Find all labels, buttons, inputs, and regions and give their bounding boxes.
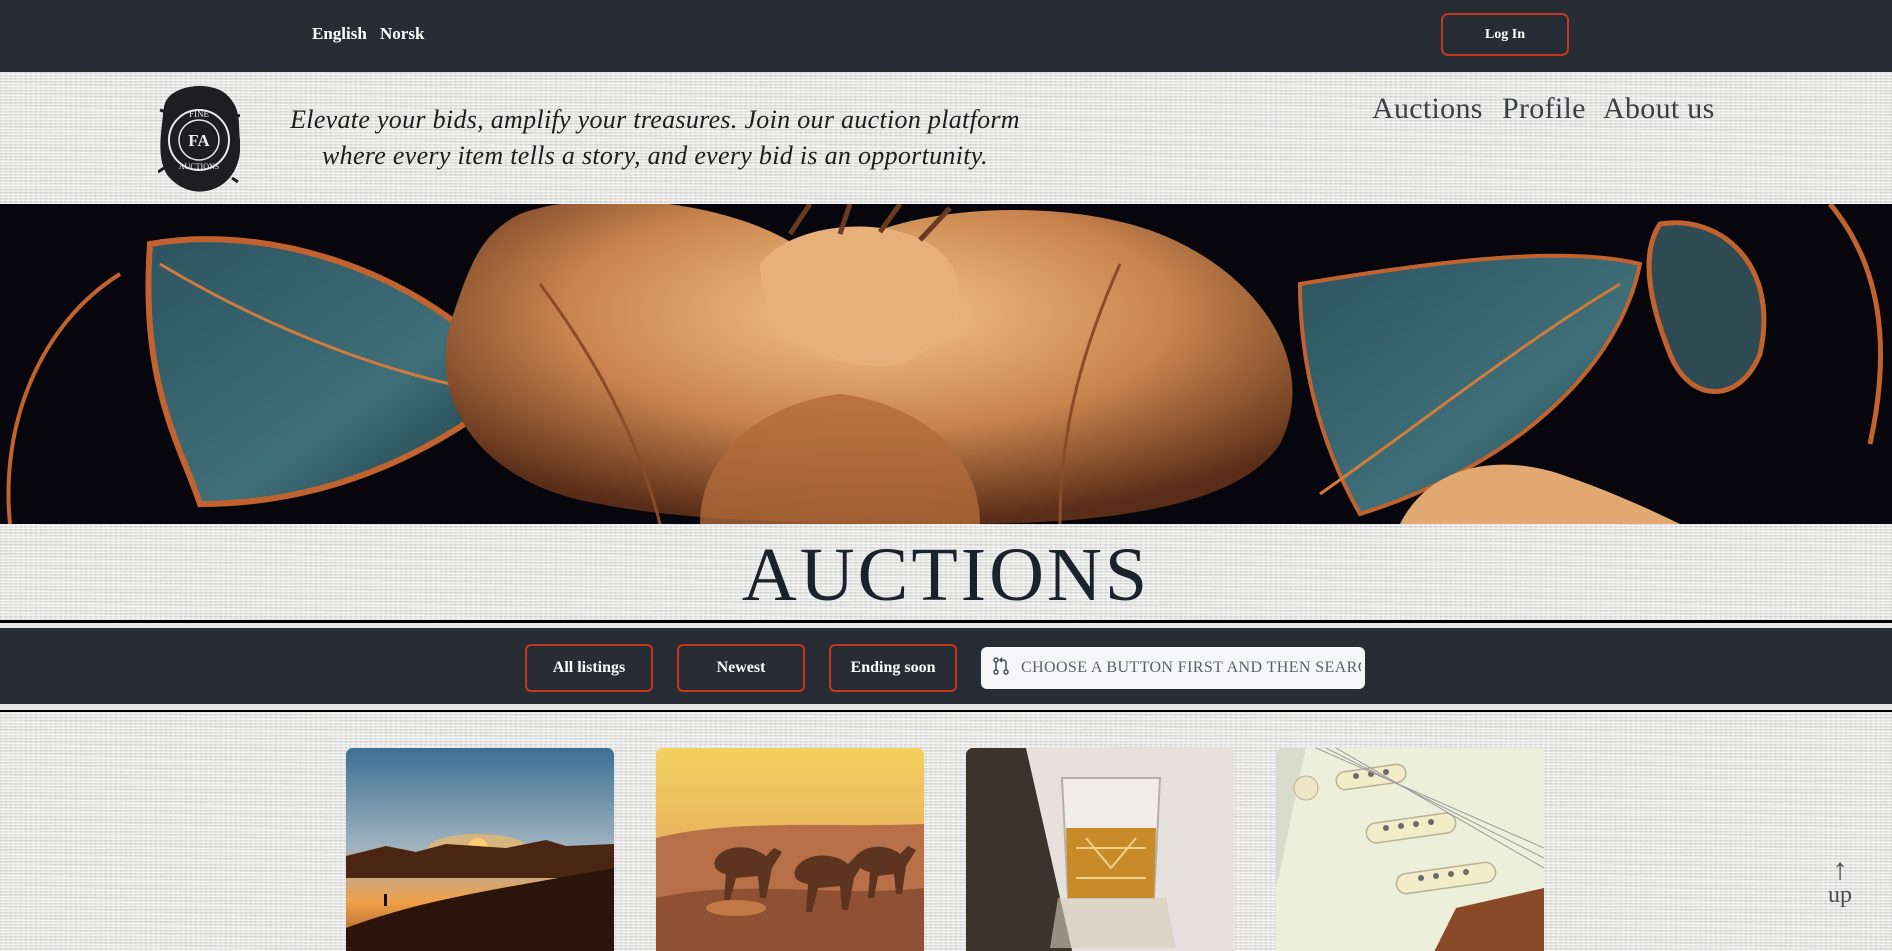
scroll-up-label: up [1828,882,1852,908]
language-norsk-link[interactable]: Norsk [380,24,424,44]
arrow-up-icon: ↑ [1832,853,1848,886]
login-button[interactable]: Log In [1441,13,1569,56]
listings-grid [0,712,1892,951]
tagline-line-1: Elevate your bids, amplify your treasure… [290,105,1020,134]
ending-soon-button[interactable]: Ending soon [829,644,957,692]
search-box [981,647,1365,689]
nav-auctions[interactable]: Auctions [1372,92,1483,126]
newest-button[interactable]: Newest [677,644,805,692]
listing-card-image[interactable] [1276,748,1544,951]
filter-bar: All listings Newest Ending soon [0,628,1892,704]
site-header: FA FINE AUCTIONS Elevate your bids, ampl… [0,72,1892,204]
language-english-link[interactable]: English [312,24,367,44]
logo-text-bottom: AUCTIONS [179,162,219,171]
top-bar: English Norsk Log In [0,0,1892,72]
listing-card-image[interactable] [346,748,614,951]
scroll-to-top-button[interactable]: ↑ up [1820,853,1860,914]
page-title: AUCTIONS [741,533,1151,617]
listing-card-image[interactable] [656,748,924,951]
hero-banner-image [0,204,1892,524]
nav-about-us[interactable]: About us [1603,92,1715,126]
title-strip: AUCTIONS [0,524,1892,622]
listing-card-image[interactable] [966,748,1234,951]
tagline-line-2: where every item tells a story, and ever… [322,141,988,170]
tagline: Elevate your bids, amplify your treasure… [270,102,1040,174]
search-input[interactable] [1021,653,1361,683]
all-listings-button[interactable]: All listings [525,644,653,692]
fine-auctions-logo[interactable]: FA FINE AUCTIONS [157,82,241,194]
git-pull-request-icon [993,656,1009,680]
divider [0,620,1892,623]
logo-text-top: FINE [189,109,210,119]
logo-monogram: FA [188,131,210,150]
nav-profile[interactable]: Profile [1502,92,1586,126]
